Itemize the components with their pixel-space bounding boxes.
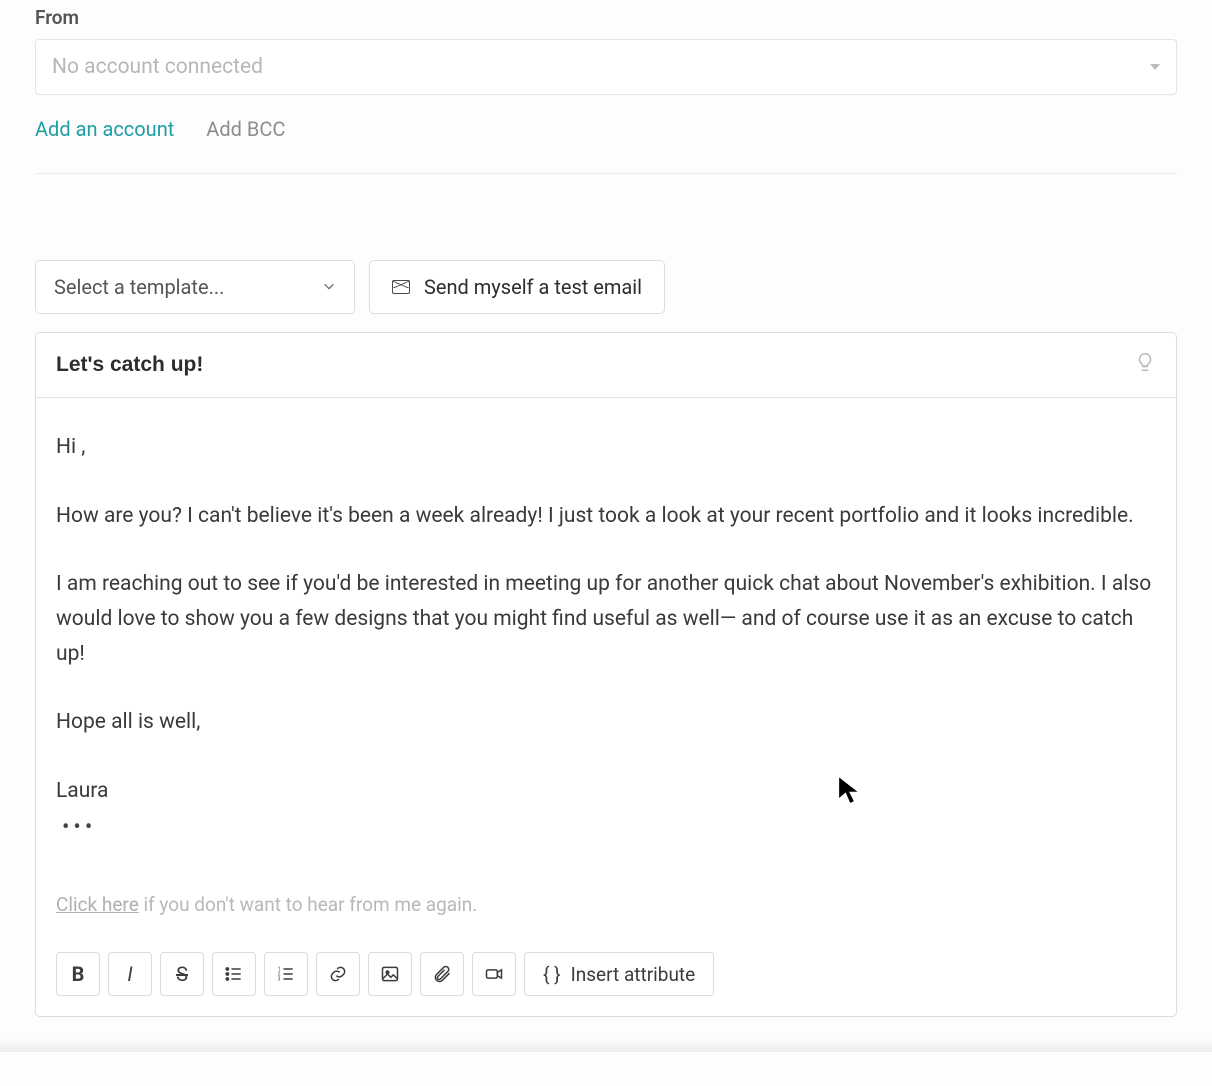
envelope-icon xyxy=(392,280,410,294)
from-placeholder: No account connected xyxy=(52,55,263,79)
insert-attribute-button[interactable]: { } Insert attribute xyxy=(524,952,714,996)
body-closing: Hope all is well, xyxy=(56,705,1156,740)
unsubscribe-rest: if you don't want to hear from me again. xyxy=(139,893,477,916)
svg-text:3: 3 xyxy=(278,977,281,983)
video-button[interactable] xyxy=(472,952,516,996)
insert-attribute-label: Insert attribute xyxy=(571,963,696,986)
italic-icon: I xyxy=(127,962,132,986)
unsubscribe-link[interactable]: Click here xyxy=(56,893,139,916)
format-toolbar: B I S 123 { } Insert attribu xyxy=(36,938,1176,1016)
lightbulb-icon[interactable] xyxy=(1134,351,1156,379)
bullet-list-icon xyxy=(224,964,244,984)
braces-icon: { } xyxy=(543,963,561,986)
italic-button[interactable]: I xyxy=(108,952,152,996)
video-icon xyxy=(484,964,504,984)
link-button[interactable] xyxy=(316,952,360,996)
add-bcc-link[interactable]: Add BCC xyxy=(206,117,285,141)
send-test-email-button[interactable]: Send myself a test email xyxy=(369,260,665,314)
email-editor: Hi , How are you? I can't believe it's b… xyxy=(35,332,1177,1017)
paperclip-icon xyxy=(432,964,452,984)
body-greeting: Hi , xyxy=(56,430,1156,465)
bold-button[interactable]: B xyxy=(56,952,100,996)
from-label: From xyxy=(35,6,1177,29)
more-dots-icon[interactable]: ••• xyxy=(62,810,1156,846)
body-paragraph-2: I am reaching out to see if you'd be int… xyxy=(56,567,1156,671)
from-account-select[interactable]: No account connected xyxy=(35,39,1177,95)
divider xyxy=(35,173,1177,174)
template-select-placeholder: Select a template... xyxy=(54,275,224,299)
link-icon xyxy=(328,964,348,984)
strikethrough-button[interactable]: S xyxy=(160,952,204,996)
attachment-button[interactable] xyxy=(420,952,464,996)
add-account-link[interactable]: Add an account xyxy=(35,117,174,141)
email-body[interactable]: Hi , How are you? I can't believe it's b… xyxy=(36,398,1176,938)
chevron-down-icon xyxy=(322,278,336,297)
subject-input[interactable] xyxy=(56,353,1046,377)
bold-icon: B xyxy=(72,962,85,986)
bullet-list-button[interactable] xyxy=(212,952,256,996)
caret-down-icon xyxy=(1150,64,1160,70)
image-icon xyxy=(380,964,400,984)
image-button[interactable] xyxy=(368,952,412,996)
body-paragraph-1: How are you? I can't believe it's been a… xyxy=(56,499,1156,534)
template-select[interactable]: Select a template... xyxy=(35,260,355,314)
numbered-list-icon: 123 xyxy=(276,964,296,984)
strike-icon: S xyxy=(176,962,188,986)
send-test-email-label: Send myself a test email xyxy=(424,275,642,299)
numbered-list-button[interactable]: 123 xyxy=(264,952,308,996)
bottom-shadow xyxy=(0,1038,1212,1052)
body-signature: Laura xyxy=(56,774,1156,809)
unsubscribe-line: Click here if you don't want to hear fro… xyxy=(56,889,1156,920)
